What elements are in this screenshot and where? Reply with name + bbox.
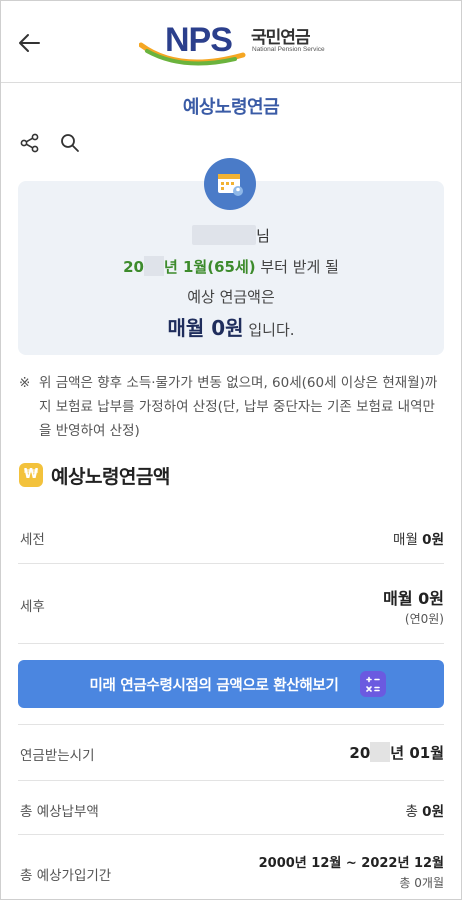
- page-title: 예상노령연금: [182, 97, 280, 118]
- expected-amount-label: 예상 연금액은: [187, 288, 275, 306]
- logo-english-text: National Pension Service: [252, 46, 325, 53]
- posttax-value: 매월 0원: [383, 589, 444, 608]
- start-date-suffix: 부터 받게 될: [255, 258, 339, 276]
- logo-nps-text: NPS: [165, 21, 233, 59]
- enrollment-period-row: 총 예상가입기간 2000년 12월 ~ 2022년 12월 총 0개월: [18, 835, 444, 899]
- receive-year-prefix: 20: [349, 744, 371, 762]
- period-value: 2000년 12월 ~ 2022년 12월: [258, 856, 444, 871]
- convert-future-value-button[interactable]: 미래 연금수령시점의 금액으로 환산해보기: [18, 660, 444, 708]
- app-header: NPS 국민연금 National Pension Service: [1, 1, 461, 83]
- period-months: 총 0개월: [399, 876, 444, 890]
- logo-korean-text: 국민연금: [251, 28, 311, 48]
- monthly-amount-line: 매월 0원 입니다.: [18, 312, 444, 341]
- name-suffix: 님: [256, 227, 270, 245]
- calculator-icon: [360, 671, 386, 697]
- section-title: 예상노령연금액: [51, 465, 170, 488]
- start-date-line: 20 년 1월(65세) 부터 받게 될: [18, 256, 444, 277]
- receive-date-label: 연금받는시기: [20, 748, 95, 764]
- posttax-row: 세후 매월 0원 (연0원): [18, 564, 444, 644]
- receive-date-value: 20 년 01월: [349, 742, 444, 763]
- convert-button-label: 미래 연금수령시점의 금액으로 환산해보기: [89, 678, 339, 694]
- period-label: 총 예상가입기간: [20, 868, 112, 884]
- receive-date-rest: 년 01월: [390, 744, 444, 762]
- start-date-rest: 년 1월(65세): [163, 258, 256, 276]
- recipient-name-line: 님: [18, 225, 444, 246]
- notice-text: 위 금액은 향후 소득·물가가 변동 없으며, 60세(60세 이상은 현재월)…: [39, 375, 438, 439]
- receive-date-row: 연금받는시기 20 년 01월: [18, 724, 444, 781]
- won-icon: ₩: [19, 463, 43, 487]
- pretax-value: 0원: [422, 532, 444, 548]
- monthly-suffix: 입니다.: [248, 321, 295, 339]
- pretax-value-wrap: 매월 0원: [393, 528, 444, 548]
- share-icon[interactable]: [19, 132, 41, 154]
- arrow-left-icon[interactable]: [15, 29, 43, 57]
- total-paid-value-wrap: 총 0원: [405, 800, 444, 820]
- search-icon[interactable]: [59, 132, 81, 154]
- total-paid-label: 총 예상납부액: [20, 804, 99, 820]
- total-paid-value: 0원: [422, 804, 444, 820]
- posttax-annual: (연0원): [404, 612, 444, 626]
- calculation-notice: ※ 위 금액은 향후 소득·물가가 변동 없으며, 60세(60세 이상은 현재…: [19, 371, 447, 443]
- nps-logo[interactable]: NPS 국민연금 National Pension Service: [139, 15, 329, 67]
- posttax-label: 세후: [20, 599, 45, 615]
- pretax-prefix: 매월: [393, 532, 423, 548]
- total-paid-row: 총 예상납부액 총 0원: [18, 781, 444, 835]
- calendar-icon: [204, 158, 256, 210]
- masked-receive-year: [370, 742, 391, 762]
- pretax-row: 세전 매월 0원: [18, 510, 444, 564]
- monthly-amount: 매월 0원: [167, 316, 244, 340]
- masked-name: [192, 225, 257, 245]
- start-year-prefix: 20: [123, 258, 144, 276]
- pretax-label: 세전: [20, 532, 45, 548]
- notice-mark: ※: [19, 375, 31, 391]
- section-header: ₩ 예상노령연금액: [19, 461, 170, 489]
- masked-year: [143, 256, 164, 276]
- total-paid-prefix: 총: [405, 804, 423, 820]
